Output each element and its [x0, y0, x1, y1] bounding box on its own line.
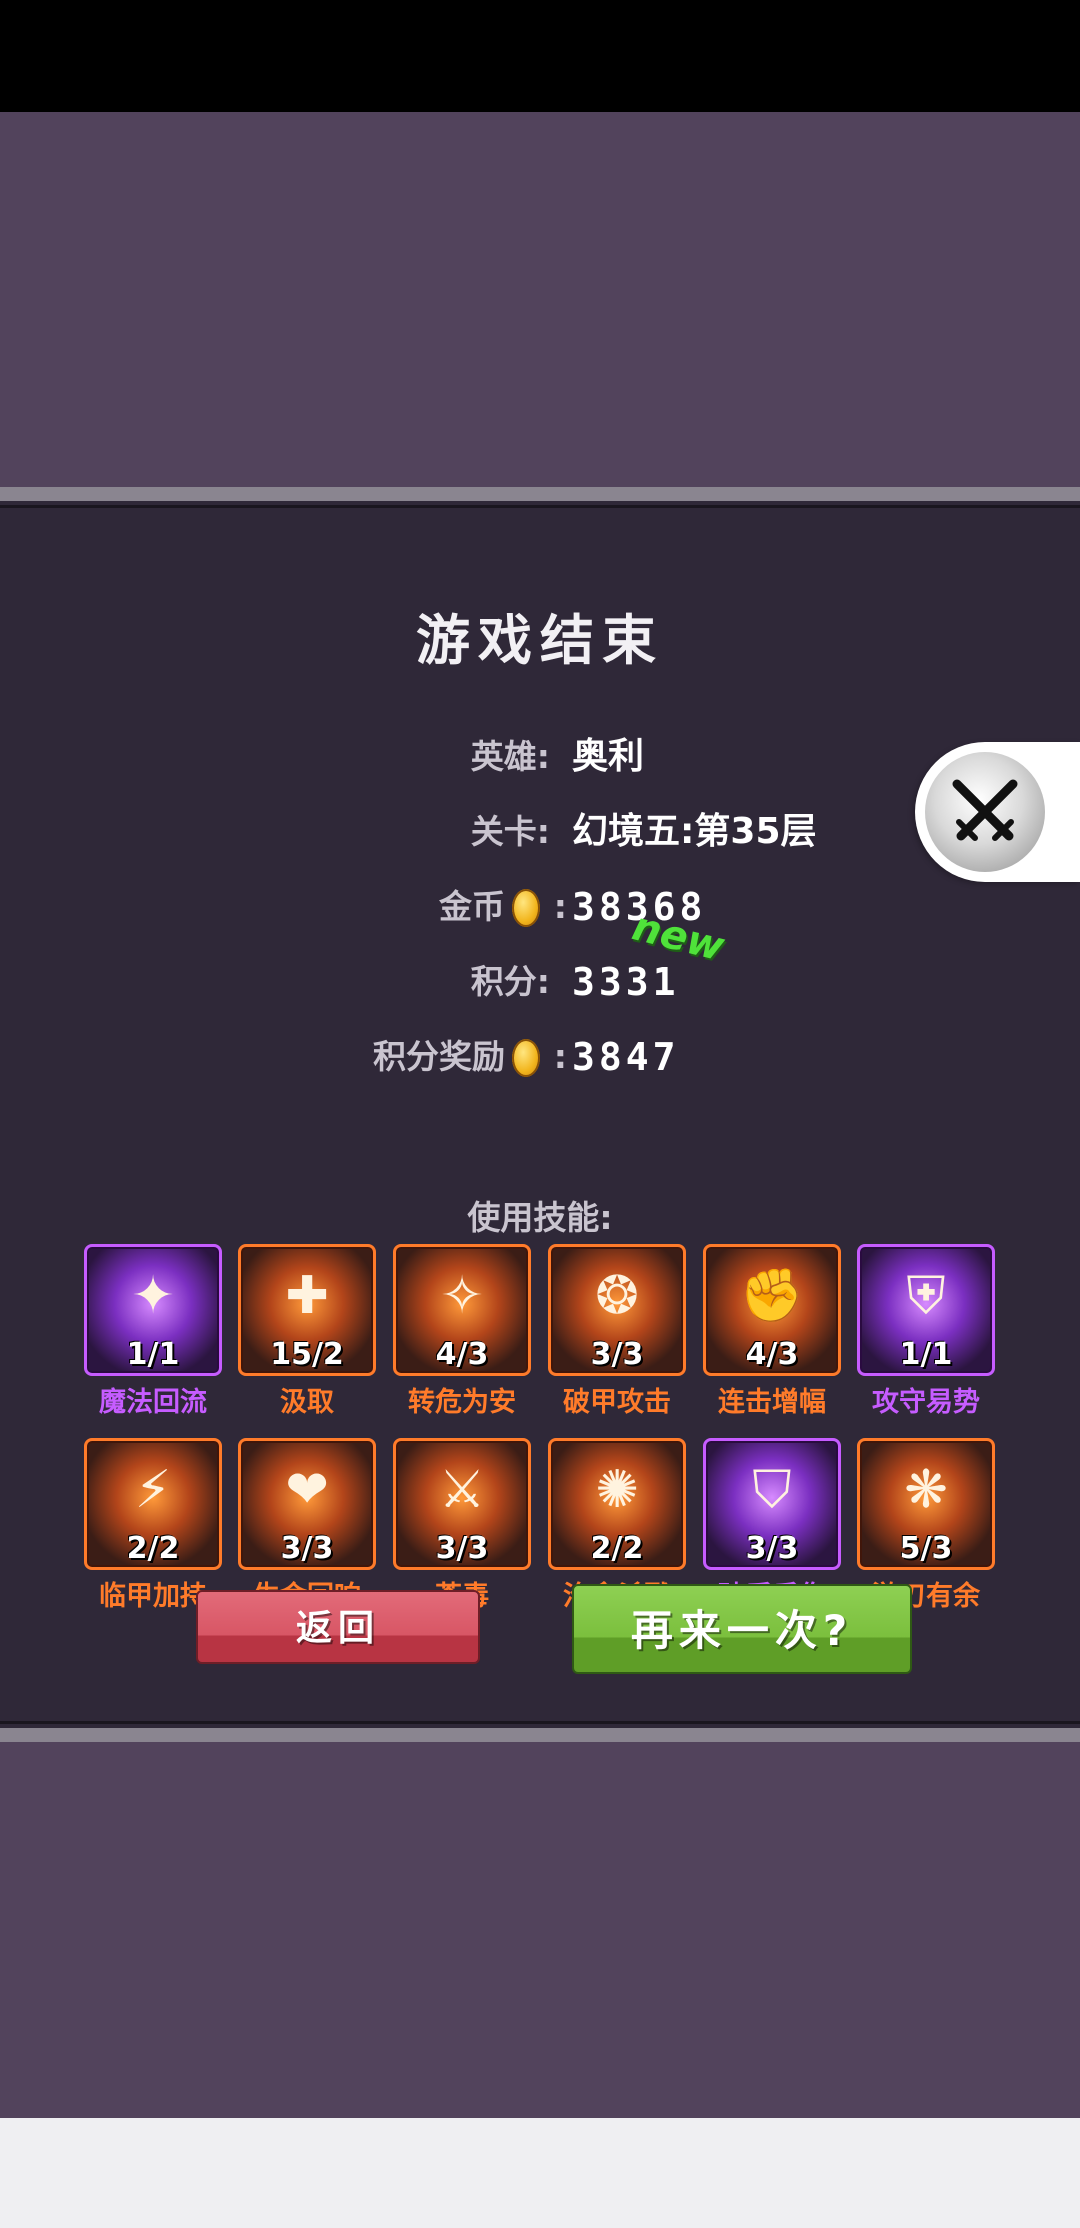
- skill-count: 15/2: [270, 1337, 344, 1372]
- hero-row: 英雄: 奥利: [0, 727, 1080, 787]
- reward-value: 3847: [572, 1035, 680, 1079]
- floating-assistant-button[interactable]: [915, 742, 1080, 882]
- skill-icon-box: ❋ 5/3: [857, 1438, 995, 1570]
- blade-ease-icon: ❋: [904, 1460, 948, 1520]
- skill-slot: ⚡ 2/2 临甲加持: [84, 1438, 222, 1612]
- hero-label: 英雄:: [470, 737, 550, 776]
- score-row: 积分: 3331: [0, 952, 1080, 1012]
- skill-count: 3/3: [745, 1531, 799, 1566]
- skill-slot: ✺2/2治愈杀戮: [548, 1438, 686, 1612]
- safety-icon: ✧: [440, 1266, 484, 1326]
- combo-boost-icon: ✊: [739, 1266, 805, 1326]
- life-echo-icon: ❤: [285, 1460, 329, 1520]
- magic-flow-icon: ✦: [131, 1266, 175, 1326]
- skill-icon-box: ❤ 3/3: [238, 1438, 376, 1570]
- bottom-blank-area: [0, 2118, 1080, 2228]
- stage-label: 关卡:: [470, 812, 550, 851]
- skill-name: 魔法回流: [99, 1387, 207, 1418]
- gold-colon: :: [553, 887, 567, 926]
- skill-name: 攻守易势: [872, 1387, 980, 1418]
- skill-icon-box: ⛨ 1/1: [857, 1244, 995, 1376]
- skill-count: 5/3: [899, 1531, 953, 1566]
- skill-count: 1/1: [126, 1337, 180, 1372]
- reward-coin-icon: [512, 1039, 540, 1077]
- skill-slot: ⛨ 1/1 攻守易势: [857, 1244, 995, 1418]
- skill-slot: ❤3/3生命回响: [238, 1438, 376, 1612]
- score-value: 3331: [572, 960, 680, 1004]
- gold-coin-icon: [512, 889, 540, 927]
- skill-icon-box: ✧ 4/3: [393, 1244, 531, 1376]
- shield-reflect-icon: ⛉: [752, 1460, 792, 1520]
- skill-name: 汲取: [280, 1387, 334, 1418]
- skill-count: 3/3: [435, 1531, 489, 1566]
- poison-blade-icon: ⚔: [438, 1460, 486, 1520]
- back-button[interactable]: 返回: [196, 1590, 480, 1664]
- skill-slot: ⛉3/3破盾反伤: [703, 1438, 841, 1612]
- skill-icon-box: ⛉ 3/3: [703, 1438, 841, 1570]
- armor-blessing-icon: ⚡: [134, 1460, 172, 1520]
- crossed-swords-icon: [952, 779, 1018, 841]
- score-label: 积分:: [470, 962, 550, 1001]
- skill-slot: ⚔3/3荼毒: [393, 1438, 531, 1612]
- status-bar: [0, 0, 1080, 112]
- stance-swap-icon: ⛨: [906, 1266, 946, 1326]
- background-bottom: [0, 1742, 1080, 2118]
- heal-slay-icon: ✺: [595, 1460, 639, 1520]
- skill-slot: ✧ 4/3 转危为安: [393, 1244, 531, 1418]
- panel-title: 游戏结束: [416, 609, 664, 672]
- skill-slot: ✚ 15/2 汲取: [238, 1244, 376, 1418]
- floating-assistant-circle: [925, 752, 1045, 872]
- skill-icon-box: ⚡ 2/2: [84, 1438, 222, 1570]
- skill-slot: ✦ 1/1 魔法回流: [84, 1244, 222, 1418]
- skill-count: 3/3: [590, 1337, 644, 1372]
- gold-label: 金币: [439, 887, 505, 926]
- background-top: [0, 112, 1080, 487]
- hero-value: 奥利: [572, 736, 645, 777]
- game-over-panel: 游戏结束 英雄: 奥利 关卡: 幻境五:第35层 金币 : 38368 积分: …: [0, 487, 1080, 1742]
- reward-row: 积分奖励 : 3847: [0, 1027, 1080, 1087]
- armor-break-icon: ❂: [595, 1266, 639, 1326]
- skill-slot: ❂ 3/3 破甲攻击: [548, 1244, 686, 1418]
- skill-name: 连击增幅: [718, 1387, 826, 1418]
- skill-slot: ❋ 5/3 游刃有余: [857, 1438, 995, 1612]
- skill-icon-box: ✦ 1/1: [84, 1244, 222, 1376]
- skill-name: 破甲攻击: [563, 1387, 671, 1418]
- skill-count: 2/2: [590, 1531, 644, 1566]
- gold-row: 金币 : 38368: [0, 877, 1080, 937]
- skill-icon-box: ✺ 2/2: [548, 1438, 686, 1570]
- skill-icon-box: ✚ 15/2: [238, 1244, 376, 1376]
- skill-icon-box: ❂ 3/3: [548, 1244, 686, 1376]
- retry-button[interactable]: 再来一次?: [572, 1584, 912, 1674]
- reward-colon: :: [553, 1037, 567, 1076]
- skill-count: 4/3: [745, 1337, 799, 1372]
- skill-count: 1/1: [899, 1337, 953, 1372]
- skill-icon-box: ⚔ 3/3: [393, 1438, 531, 1570]
- skill-count: 3/3: [280, 1531, 334, 1566]
- skill-count: 4/3: [435, 1337, 489, 1372]
- skill-name: 转危为安: [408, 1387, 516, 1418]
- absorb-icon: ✚: [285, 1266, 329, 1326]
- skills-title: 使用技能:: [467, 1198, 613, 1237]
- skill-slot: ✊ 4/3 连击增幅: [703, 1244, 841, 1418]
- skill-count: 2/2: [126, 1531, 180, 1566]
- skill-icon-box: ✊ 4/3: [703, 1244, 841, 1376]
- reward-label: 积分奖励: [373, 1037, 505, 1076]
- stage-value: 幻境五:第35层: [572, 811, 817, 852]
